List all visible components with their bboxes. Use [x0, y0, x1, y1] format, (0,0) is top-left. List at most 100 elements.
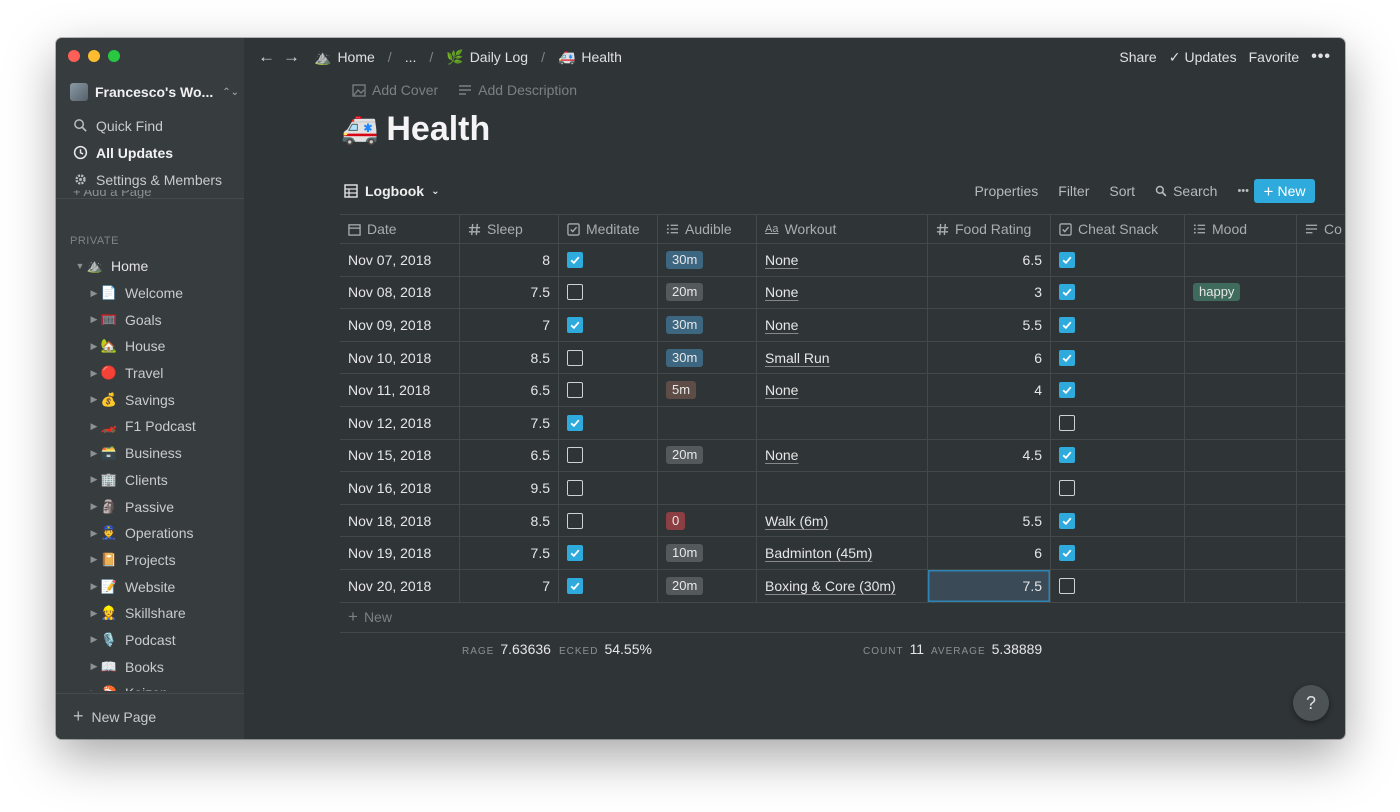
food-rating-cell[interactable]: 6	[928, 537, 1051, 569]
settings-members-button[interactable]: Settings & Members	[56, 166, 244, 193]
cheat-snack-cell[interactable]	[1051, 244, 1185, 276]
mood-cell[interactable]	[1185, 569, 1297, 602]
checkbox-checked[interactable]	[1059, 382, 1075, 399]
checkbox-unchecked[interactable]	[1059, 577, 1075, 594]
sidebar-item-travel[interactable]: ▶ 🔴 Travel	[56, 360, 244, 387]
sidebar-item-house[interactable]: ▶ 🏡 House	[56, 333, 244, 360]
properties-button[interactable]: Properties	[974, 183, 1038, 199]
mood-cell[interactable]	[1185, 341, 1297, 374]
food-rating-cell[interactable]: 6.5	[928, 244, 1051, 276]
filter-button[interactable]: Filter	[1058, 183, 1089, 199]
sidebar-item-kaizen[interactable]: ▶🍣 Kaizen	[56, 680, 244, 691]
checkbox-checked[interactable]	[1059, 284, 1075, 301]
caret-right-icon[interactable]: ▶	[88, 608, 100, 619]
minimize-window-button[interactable]	[88, 50, 100, 62]
date-cell[interactable]: Nov 16, 2018	[340, 472, 460, 504]
checkbox-checked[interactable]	[1059, 251, 1075, 268]
favorite-button[interactable]: Favorite	[1249, 49, 1300, 65]
cheat-snack-cell[interactable]	[1051, 537, 1185, 569]
all-updates-button[interactable]: All Updates	[56, 139, 244, 166]
extra-column-cell[interactable]	[1297, 244, 1345, 276]
workout-cell[interactable]: None	[757, 276, 928, 309]
workout-cell[interactable]: Small Run	[757, 341, 928, 374]
audible-cell[interactable]	[658, 472, 757, 504]
database-more-icon[interactable]: •••	[1237, 185, 1249, 197]
caret-right-icon[interactable]: ▶	[88, 314, 100, 325]
meditate-cell[interactable]	[559, 341, 658, 374]
mood-cell[interactable]: happy	[1185, 276, 1297, 309]
breadcrumb-item[interactable]: 🌿 Daily Log	[446, 49, 528, 66]
column-header-cheat-snack[interactable]: Cheat Snack	[1051, 215, 1185, 243]
meditate-checked-calc[interactable]: ECKED 54.55%	[559, 641, 652, 657]
caret-right-icon[interactable]: ▶	[88, 688, 100, 691]
checkbox-unchecked[interactable]	[567, 284, 583, 301]
meditate-cell[interactable]	[559, 504, 658, 537]
page-title[interactable]: 🚑 Health	[341, 110, 490, 149]
food-average-calc[interactable]: AVERAGE 5.38889	[931, 641, 1042, 657]
food-count-calc[interactable]: COUNT 11	[863, 641, 924, 657]
extra-column-cell[interactable]	[1297, 472, 1345, 504]
cheat-snack-cell[interactable]	[1051, 276, 1185, 309]
extra-column-cell[interactable]	[1297, 342, 1345, 374]
sidebar-item-savings[interactable]: ▶ 💰 Savings	[56, 386, 244, 413]
extra-column-cell[interactable]	[1297, 277, 1345, 309]
column-header-audible[interactable]: Audible	[658, 215, 757, 243]
meditate-cell[interactable]	[559, 439, 658, 472]
workout-cell[interactable]: Boxing & Core (30m)	[757, 569, 928, 602]
breadcrumb-item[interactable]: ...	[405, 49, 417, 65]
caret-right-icon[interactable]: ▶	[88, 501, 100, 512]
audible-cell[interactable]: 30m	[658, 244, 757, 276]
date-cell[interactable]: Nov 18, 2018	[340, 504, 460, 537]
more-options-icon[interactable]: •••	[1311, 48, 1331, 66]
quick-find-button[interactable]: Quick Find	[56, 112, 244, 139]
workout-cell[interactable]: Badminton (45m)	[757, 537, 928, 569]
add-description-button[interactable]: Add Description	[458, 82, 577, 98]
workout-cell[interactable]: None	[757, 374, 928, 406]
cheat-snack-cell[interactable]	[1051, 406, 1185, 439]
food-rating-cell[interactable]	[928, 472, 1051, 504]
date-cell[interactable]: Nov 10, 2018	[340, 341, 460, 374]
date-cell[interactable]: Nov 20, 2018	[340, 569, 460, 602]
updates-button[interactable]: ✓ Updates	[1169, 49, 1237, 66]
meditate-cell[interactable]	[559, 276, 658, 309]
sidebar-item-books[interactable]: ▶ 📖 Books	[56, 653, 244, 680]
checkbox-unchecked[interactable]	[1059, 479, 1075, 496]
meditate-cell[interactable]	[559, 406, 658, 439]
workout-cell[interactable]	[757, 406, 928, 439]
audible-cell[interactable]: 30m	[658, 309, 757, 341]
extra-column-cell[interactable]	[1297, 374, 1345, 406]
sleep-cell[interactable]: 8.5	[460, 341, 559, 374]
audible-cell[interactable]: 0	[658, 504, 757, 537]
cheat-snack-cell[interactable]	[1051, 439, 1185, 472]
audible-cell[interactable]	[658, 406, 757, 439]
help-button[interactable]: ?	[1293, 685, 1329, 721]
workout-cell[interactable]: Walk (6m)	[757, 504, 928, 537]
mood-cell[interactable]	[1185, 309, 1297, 341]
caret-right-icon[interactable]: ▶	[88, 474, 100, 485]
sidebar-item-passive[interactable]: ▶ 🗿 Passive	[56, 493, 244, 520]
extra-column-cell[interactable]	[1297, 570, 1345, 602]
column-header-co[interactable]: Co	[1297, 215, 1345, 243]
checkbox-checked[interactable]	[567, 545, 583, 562]
workout-cell[interactable]	[757, 472, 928, 504]
audible-cell[interactable]: 20m	[658, 276, 757, 309]
extra-column-cell[interactable]	[1297, 505, 1345, 537]
caret-right-icon[interactable]: ▶	[88, 554, 100, 565]
share-button[interactable]: Share	[1119, 49, 1156, 65]
sleep-cell[interactable]: 6.5	[460, 439, 559, 472]
food-rating-cell[interactable]: 6	[928, 341, 1051, 374]
sidebar-item-operations[interactable]: ▶ 👮 Operations	[56, 520, 244, 547]
column-header-date[interactable]: Date	[340, 215, 460, 243]
extra-column-cell[interactable]	[1297, 407, 1345, 439]
sleep-cell[interactable]: 8.5	[460, 504, 559, 537]
new-page-button[interactable]: + New Page	[56, 693, 244, 739]
checkbox-unchecked[interactable]	[1059, 414, 1075, 431]
food-rating-cell[interactable]	[928, 406, 1051, 439]
search-button[interactable]: Search	[1155, 183, 1217, 199]
workspace-switcher[interactable]: Francesco's Wo... ⌃⌄	[70, 83, 239, 101]
food-rating-cell[interactable]: 3	[928, 276, 1051, 309]
sidebar-item-website[interactable]: ▶ 📝 Website	[56, 573, 244, 600]
sidebar-item-welcome[interactable]: ▶ 📄 Welcome	[56, 280, 244, 307]
mood-cell[interactable]	[1185, 374, 1297, 406]
cheat-snack-cell[interactable]	[1051, 309, 1185, 341]
